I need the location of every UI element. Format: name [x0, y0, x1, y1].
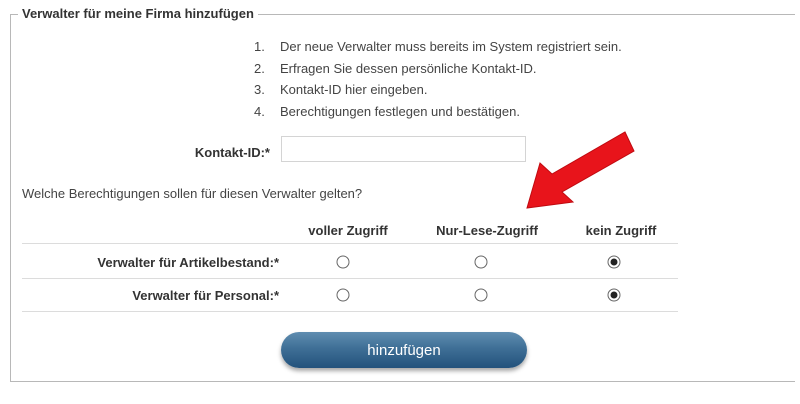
red-arrow-icon: [526, 131, 635, 209]
